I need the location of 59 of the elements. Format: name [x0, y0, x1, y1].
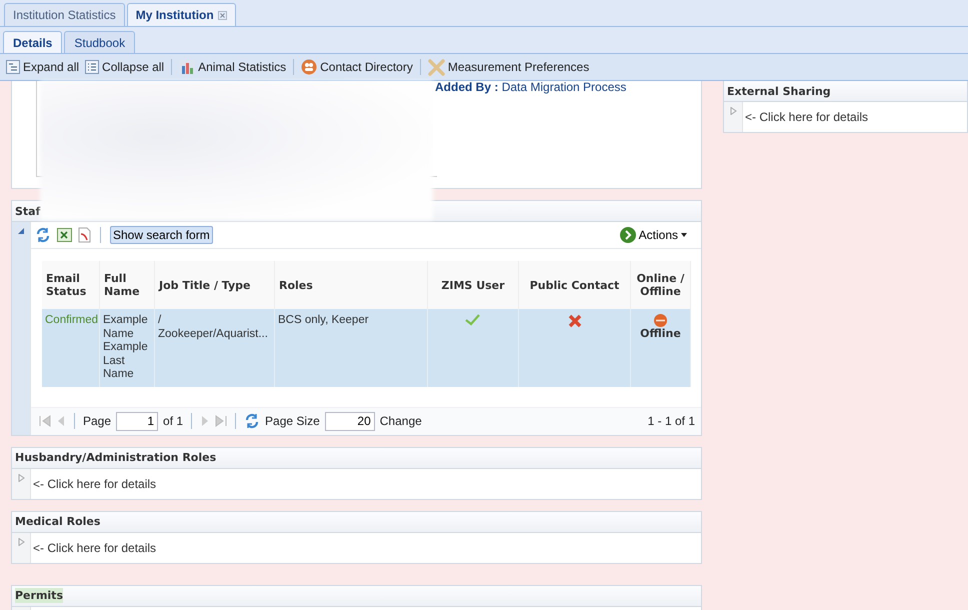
details-hint[interactable]: <- Click here for details [31, 468, 158, 498]
first-page-icon [39, 415, 51, 427]
record-range: 1 - 1 of 1 [648, 414, 695, 428]
column-header: Email Status [42, 261, 100, 309]
close-icon[interactable] [218, 10, 227, 20]
status-text: Offline [640, 327, 681, 340]
panel-title: Permits [15, 588, 63, 603]
refresh-icon [244, 413, 260, 429]
change-link[interactable]: Change [380, 414, 422, 428]
next-page-icon [200, 415, 210, 427]
page-field[interactable]: 1 [116, 412, 158, 430]
panel-title: External Sharing [727, 84, 831, 98]
column-header: Online / Offline [631, 261, 691, 309]
expanded-arrow-icon[interactable] [18, 227, 24, 235]
column-header: Roles [275, 261, 428, 309]
previous-page-icon [56, 415, 66, 427]
table-cell: Confirmed [42, 309, 100, 386]
details-hint[interactable]: <- Click here for details [743, 102, 870, 132]
tab[interactable]: Institution Statistics [4, 3, 125, 26]
expand-list-icon [6, 60, 20, 74]
column-header: Full Name [100, 261, 155, 309]
added-by-text: Added By : Data Migration Process [435, 81, 626, 96]
page-count: of 1 [163, 414, 184, 428]
table-cell: Example Name Example Last Name [100, 309, 155, 386]
toolbar-button[interactable]: Animal Statistics [177, 60, 288, 74]
contacts-icon [301, 59, 318, 75]
table-cell: BCS only, Keeper [275, 309, 428, 386]
refresh-icon [35, 227, 51, 243]
arrow-circle-icon [620, 227, 636, 243]
toolbar-button[interactable]: Measurement Preferences [426, 58, 592, 76]
column-header: Job Title / Type [155, 261, 275, 309]
page-size-field[interactable]: 20 [324, 412, 375, 430]
page-size-label: Page Size [265, 414, 320, 428]
collapsed-arrow-icon[interactable] [18, 474, 24, 482]
caret-icon [681, 233, 687, 237]
collapsed-arrow-icon[interactable] [18, 538, 24, 546]
ruler-cross-icon [428, 58, 445, 76]
panel-title: Husbandry/Administration Roles [15, 450, 216, 465]
page-label: Page [83, 414, 112, 428]
spreadsheet-icon [57, 228, 72, 242]
tab[interactable]: Studbook [64, 31, 136, 53]
column-header: ZIMS User [428, 261, 519, 309]
bar-chart-icon [179, 60, 196, 74]
collapse-list-icon [85, 60, 100, 74]
table-cell: / Zookeeper/Aquarist... [155, 309, 275, 386]
toolbar-button[interactable]: Expand all [4, 60, 82, 74]
tab[interactable]: Details [3, 31, 62, 53]
panel-title: Staf [15, 204, 40, 218]
document-icon [78, 227, 91, 243]
last-page-icon [215, 415, 228, 427]
show-search-form-button[interactable]: Show search form [110, 226, 213, 244]
details-hint[interactable]: <- Click here for details [31, 532, 158, 562]
toolbar-button[interactable]: Contact Directory [299, 59, 415, 75]
actions-button[interactable]: Actions [614, 226, 693, 244]
tab[interactable]: My Institution [126, 3, 236, 26]
collapsed-arrow-icon[interactable] [730, 107, 736, 115]
panel-title: Medical Roles [15, 514, 100, 529]
toolbar-button[interactable]: Collapse all [83, 60, 166, 74]
column-header: Public Contact [519, 261, 631, 309]
